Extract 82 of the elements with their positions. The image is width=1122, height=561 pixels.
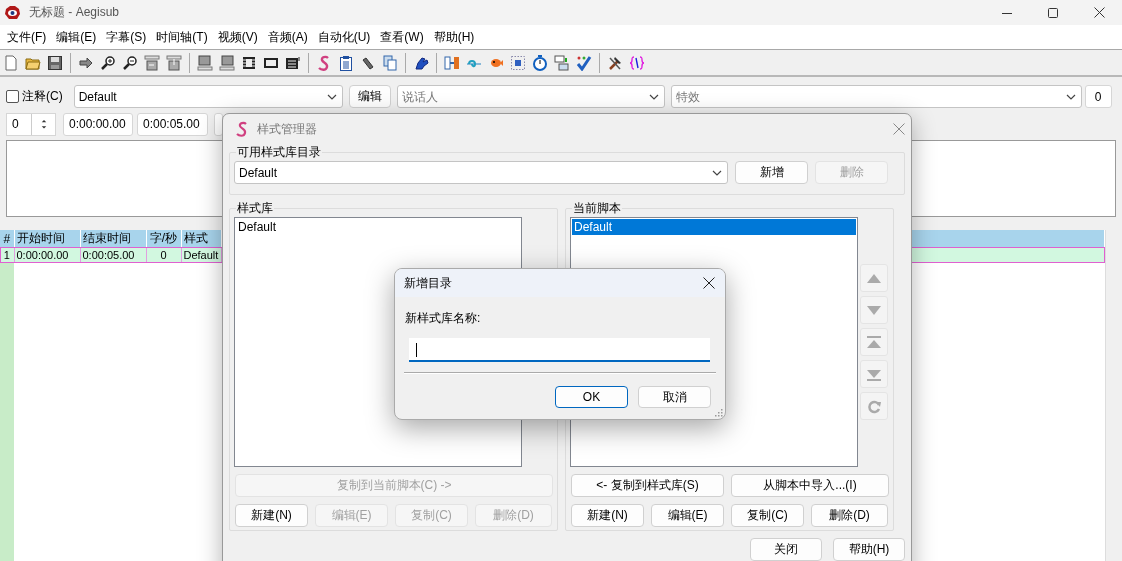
group-label: 样式库: [236, 200, 274, 217]
table-cell: 0:00:05.00: [80, 247, 146, 263]
list-item[interactable]: Default: [236, 219, 520, 235]
actor-field[interactable]: 说话人: [396, 85, 665, 108]
monitor-icon[interactable]: [197, 54, 213, 71]
button[interactable]: 删除(D): [811, 504, 888, 527]
edit-button[interactable]: 编辑: [348, 85, 391, 108]
zoom-in-icon[interactable]: [100, 54, 116, 71]
column-header[interactable]: 结束时间: [80, 230, 146, 247]
menu-item[interactable]: 自动化(U): [312, 28, 376, 46]
table-cell: 1: [0, 247, 14, 263]
start-time-field[interactable]: 0:00:00.00: [63, 112, 133, 136]
menu-item[interactable]: 文件(F): [2, 28, 52, 46]
zoom-out-icon[interactable]: [122, 54, 138, 71]
column-header[interactable]: 字/秒: [146, 230, 181, 247]
menu-item[interactable]: 视频(V): [212, 28, 263, 46]
button[interactable]: 新建(N): [571, 504, 644, 527]
list-item[interactable]: Default: [572, 219, 856, 235]
checkbox-label: 注释(C): [22, 88, 63, 105]
chevron-down-icon: [1065, 94, 1076, 100]
catalog-dropdown[interactable]: Default: [234, 161, 728, 184]
style-dropdown[interactable]: Default: [73, 85, 343, 108]
column-header[interactable]: #: [0, 230, 14, 247]
braces-icon[interactable]: [629, 54, 645, 71]
squiggle-icon: [235, 121, 249, 137]
tools-icon[interactable]: [607, 54, 623, 71]
effect-field[interactable]: 特效: [670, 85, 1082, 108]
box-arrow-icon[interactable]: [166, 54, 182, 71]
table-cell: Default: [181, 247, 221, 263]
text-cursor: [416, 343, 417, 357]
pages-icon[interactable]: [382, 54, 398, 71]
menu-item[interactable]: 编辑(E): [51, 28, 102, 46]
monitor-icon[interactable]: [219, 54, 235, 71]
group-label: 当前脚本: [572, 200, 622, 217]
checkbox[interactable]: [6, 90, 19, 103]
square-icon[interactable]: [510, 54, 526, 71]
resize-grip-icon[interactable]: [714, 408, 723, 417]
new-document-icon[interactable]: [3, 54, 19, 71]
column-header[interactable]: 样式: [181, 230, 221, 247]
end-time-field[interactable]: 0:00:05.00: [137, 112, 208, 136]
field-label: 新样式库名称:: [405, 310, 482, 327]
button[interactable]: OK: [555, 386, 628, 408]
button[interactable]: <- 复制到样式库(S): [571, 474, 724, 497]
window-title: 无标题 - Aegisub: [29, 4, 120, 21]
table-cell: 0: [146, 247, 181, 263]
checkmark-icon[interactable]: [576, 54, 592, 71]
save-icon[interactable]: [47, 54, 63, 71]
menu-item[interactable]: 时间轴(T): [151, 28, 213, 46]
button[interactable]: 关闭: [750, 538, 822, 561]
button[interactable]: 新增: [735, 161, 808, 184]
chevron-down-icon: [326, 94, 337, 100]
name-field[interactable]: [409, 338, 710, 362]
maximize-icon[interactable]: [1048, 7, 1058, 18]
scrollbar[interactable]: [1105, 230, 1122, 561]
menu-item[interactable]: 字幕(S): [101, 28, 152, 46]
dialog-title: 样式管理器: [257, 120, 317, 138]
column-header[interactable]: 开始时间: [14, 230, 80, 247]
button[interactable]: 取消: [638, 386, 711, 408]
menu-item[interactable]: 音频(A): [262, 28, 313, 46]
margin-field[interactable]: 0: [1084, 85, 1112, 108]
film-icon[interactable]: [285, 54, 301, 71]
chevron-down-icon: [648, 94, 659, 100]
close-icon[interactable]: [703, 277, 715, 289]
dialog-title: 新增目录: [404, 274, 452, 292]
chevron-down-icon: [712, 170, 722, 176]
stopwatch-icon[interactable]: [532, 54, 548, 71]
button[interactable]: 编辑(E): [651, 504, 724, 527]
close-icon[interactable]: [1093, 7, 1105, 18]
button[interactable]: 帮助(H): [833, 538, 905, 561]
button[interactable]: 从脚本中导入...(I): [731, 474, 889, 497]
clipboard-icon[interactable]: [338, 54, 354, 71]
app-logo-icon: [4, 5, 21, 20]
menu-item[interactable]: 查看(W): [375, 28, 429, 46]
table-cell: 0:00:00.00: [14, 247, 80, 263]
group-label: 可用样式库目录: [236, 144, 322, 161]
film-icon[interactable]: [241, 54, 257, 71]
triangle-top-icon: [865, 333, 883, 351]
box-arrow-icon[interactable]: [144, 54, 160, 71]
split-icon[interactable]: [444, 54, 460, 71]
menu-item[interactable]: 帮助(H): [428, 28, 480, 46]
button[interactable]: 新建(N): [235, 504, 308, 527]
button[interactable]: 复制(C): [731, 504, 804, 527]
